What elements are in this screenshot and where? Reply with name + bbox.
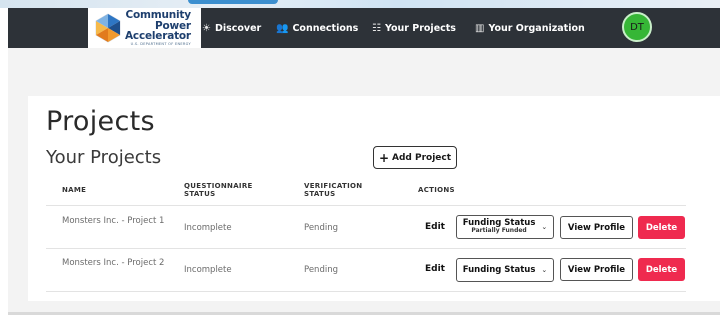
funding-status-labels: Funding Status [462, 264, 536, 275]
avatar[interactable]: DT [622, 12, 652, 42]
section-title: Your Projects [46, 147, 162, 168]
logo-tagline: U.S. DEPARTMENT OF ENERGY [130, 41, 191, 46]
logo[interactable]: Community Power Accelerator U.S. DEPARTM… [88, 8, 201, 48]
nav-your-projects-label: Your Projects [384, 22, 456, 34]
funding-status-label: Funding Status [462, 264, 536, 275]
nav-discover[interactable]: ☀ Discover [202, 8, 261, 48]
header-divider [46, 205, 686, 206]
row-divider [46, 248, 686, 249]
top-accent [188, 0, 278, 4]
header-actions: ACTIONS [418, 186, 455, 194]
header-questionnaire-status: QUESTIONNAIRE STATUS [184, 182, 253, 198]
table-row-1-edit-link[interactable]: Edit [425, 222, 445, 232]
row-divider [46, 291, 686, 292]
logo-line-1: Community [125, 9, 191, 21]
nav-your-organization-label: Your Organization [488, 22, 585, 34]
cpa-logo-icon [95, 13, 121, 43]
header-name-label: NAME [62, 186, 87, 194]
sun-icon: ☀ [202, 22, 211, 34]
header-actions-label: ACTIONS [418, 186, 455, 194]
nav-your-projects[interactable]: ☷ Your Projects [372, 8, 456, 48]
page-title: Projects [46, 106, 155, 137]
table-row-1-name: Monsters Inc. - Project 1 [62, 216, 165, 226]
header-verification-line2: STATUS [304, 190, 336, 199]
table-row-2-funding-status-dropdown[interactable]: Funding Status ⌄ [456, 258, 554, 282]
funding-status-labels: Funding Status Partially Funded [463, 219, 536, 234]
building-icon: ▥ [475, 22, 485, 34]
header-verification-line1: VERIFICATION [304, 182, 363, 190]
table-row-1-delete-button[interactable]: Delete [638, 216, 685, 239]
nav-connections[interactable]: 👥 Connections [276, 8, 358, 48]
table-row-1-view-profile-button[interactable]: View Profile [560, 216, 633, 239]
users-icon: 👥 [276, 22, 289, 34]
nav-connections-label: Connections [292, 22, 359, 34]
add-project-label: Add Project [392, 152, 452, 163]
nav-discover-label: Discover [214, 22, 262, 34]
nav-your-organization[interactable]: ▥ Your Organization [475, 8, 585, 48]
table-row-2-questionnaire: Incomplete [184, 265, 232, 275]
logo-line-3: Accelerator [125, 30, 191, 42]
table-row-2-verification: Pending [304, 265, 338, 275]
table-row-2-edit-link[interactable]: Edit [425, 264, 445, 274]
header-questionnaire-line2: STATUS [184, 190, 216, 199]
table-row-2-delete-button[interactable]: Delete [638, 258, 685, 281]
chevron-down-icon: ⌄ [541, 223, 548, 231]
chevron-down-icon: ⌄ [541, 266, 548, 274]
left-edge [0, 8, 8, 315]
table-row-2-name: Monsters Inc. - Project 2 [62, 258, 165, 268]
table-row-1-funding-status-dropdown[interactable]: Funding Status Partially Funded ⌄ [456, 215, 554, 239]
table-row-2-view-profile-button[interactable]: View Profile [560, 258, 633, 281]
add-project-button[interactable]: + Add Project [373, 146, 457, 169]
top-navbar: Community Power Accelerator U.S. DEPARTM… [8, 8, 720, 48]
plus-icon: + [378, 150, 390, 165]
table-row-1-questionnaire: Incomplete [184, 223, 232, 233]
logo-wordmark: Community Power Accelerator U.S. DEPARTM… [125, 10, 191, 46]
projects-icon: ☷ [372, 22, 381, 34]
funding-status-value: Partially Funded [471, 227, 527, 235]
header-name: NAME [62, 186, 86, 194]
header-verification-status: VERIFICATION STATUS [304, 182, 362, 198]
header-questionnaire-line1: QUESTIONNAIRE [184, 182, 253, 190]
table-row-1-verification: Pending [304, 223, 338, 233]
browser-top-strip [0, 0, 720, 8]
